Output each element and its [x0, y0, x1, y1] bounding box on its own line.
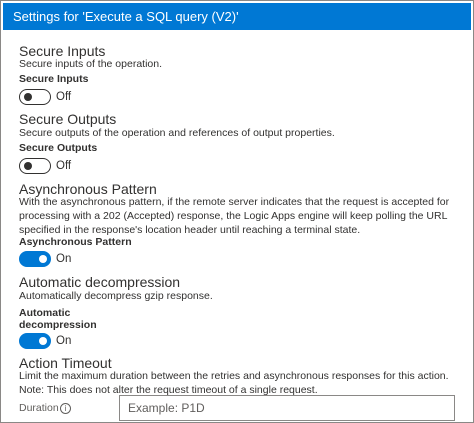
duration-input[interactable] [119, 395, 455, 421]
toggle-knob [39, 255, 47, 263]
toggle-knob [24, 93, 32, 101]
async-pattern-description: With the asynchronous pattern, if the re… [19, 196, 450, 236]
auto-decompression-label-line2: decompression [19, 319, 97, 331]
toggle-knob [39, 337, 47, 345]
duration-label: Duration [19, 402, 59, 414]
secure-outputs-description: Secure outputs of the operation and refe… [19, 127, 335, 139]
info-icon[interactable]: i [60, 403, 71, 414]
auto-decompression-description: Automatically decompress gzip response. [19, 290, 213, 302]
action-timeout-description: Limit the maximum duration between the r… [19, 370, 449, 396]
secure-outputs-state: Off [56, 160, 72, 172]
secure-inputs-state: Off [56, 91, 72, 103]
secure-inputs-description: Secure inputs of the operation. [19, 58, 163, 70]
panel-title: Settings for 'Execute a SQL query (V2)' [3, 3, 471, 30]
secure-outputs-label: Secure Outputs [19, 142, 98, 154]
secure-outputs-toggle[interactable] [19, 158, 51, 174]
toggle-knob [24, 162, 32, 170]
async-pattern-label: Asynchronous Pattern [19, 236, 132, 248]
async-pattern-state: On [56, 253, 72, 265]
secure-inputs-toggle[interactable] [19, 89, 51, 105]
auto-decompression-state: On [56, 335, 72, 347]
async-pattern-toggle[interactable] [19, 251, 51, 267]
settings-panel: Settings for 'Execute a SQL query (V2)' … [0, 0, 474, 423]
secure-inputs-label: Secure Inputs [19, 73, 89, 85]
auto-decompression-toggle[interactable] [19, 333, 51, 349]
